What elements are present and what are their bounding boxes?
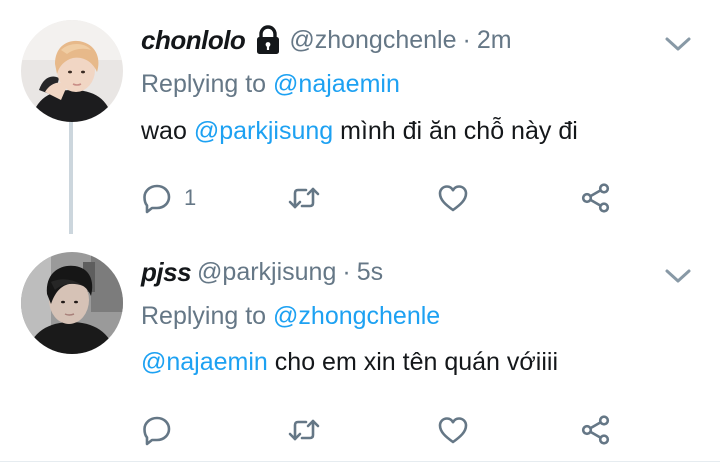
tweet[interactable]: chonlolo @zhongchenle · 2m Replying to @… bbox=[0, 0, 720, 238]
retweet-button[interactable] bbox=[287, 178, 321, 218]
tweet-text: @najaemin cho em xin tên quán vớiiii bbox=[141, 348, 558, 377]
separator: · bbox=[462, 25, 471, 54]
mention-link[interactable]: @parkjisung bbox=[194, 117, 333, 145]
reply-icon bbox=[143, 184, 171, 214]
divider bbox=[0, 461, 720, 462]
replying-label: Replying to bbox=[141, 70, 267, 98]
timestamp[interactable]: 2m bbox=[477, 26, 512, 55]
reply-button[interactable]: 1 bbox=[140, 178, 196, 218]
mention-link[interactable]: @najaemin bbox=[141, 348, 268, 376]
reply-count: 1 bbox=[184, 185, 197, 210]
handle[interactable]: @zhongchenle bbox=[289, 26, 456, 55]
tweet-actions: 1 bbox=[0, 178, 720, 218]
mention-link[interactable]: @zhongchenle bbox=[273, 302, 440, 330]
reply-icon bbox=[143, 416, 171, 446]
lock-icon bbox=[255, 25, 281, 55]
share-button[interactable] bbox=[579, 178, 613, 218]
avatar[interactable] bbox=[21, 252, 123, 354]
like-icon bbox=[438, 185, 468, 212]
tweet[interactable]: pjss @parkjisung · 5s Replying to @zhong… bbox=[0, 238, 720, 466]
retweet-button[interactable] bbox=[287, 410, 321, 450]
share-button[interactable] bbox=[579, 410, 613, 450]
like-icon bbox=[438, 417, 468, 444]
replying-to: Replying to @najaemin bbox=[141, 70, 400, 99]
reply-button[interactable] bbox=[140, 410, 174, 450]
replying-to: Replying to @zhongchenle bbox=[141, 302, 440, 331]
chevron-down-icon[interactable] bbox=[663, 266, 693, 286]
display-name[interactable]: chonlolo bbox=[141, 25, 246, 56]
retweet-icon bbox=[288, 419, 320, 441]
display-name[interactable]: pjss bbox=[141, 257, 192, 288]
like-button[interactable] bbox=[436, 410, 470, 450]
chevron-down-icon[interactable] bbox=[663, 34, 693, 54]
tweet-text-content: cho em xin tên quán vớiiii bbox=[274, 348, 558, 376]
tweet-actions bbox=[0, 410, 720, 450]
handle[interactable]: @parkjisung bbox=[197, 258, 336, 287]
share-icon bbox=[581, 415, 610, 445]
share-icon bbox=[581, 183, 610, 213]
tweet-header: pjss @parkjisung · 5s bbox=[141, 255, 383, 289]
replying-label: Replying to bbox=[141, 302, 267, 330]
retweet-icon bbox=[288, 187, 320, 209]
separator: · bbox=[342, 257, 351, 286]
tweet-text-prefix: wao bbox=[141, 117, 187, 145]
timestamp[interactable]: 5s bbox=[357, 258, 383, 287]
tweet-text: wao @parkjisung mình đi ăn chỗ này đi bbox=[141, 117, 578, 146]
avatar[interactable] bbox=[21, 20, 123, 122]
tweet-text-content: mình đi ăn chỗ này đi bbox=[340, 117, 578, 145]
mention-link[interactable]: @najaemin bbox=[273, 70, 400, 98]
like-button[interactable] bbox=[436, 178, 470, 218]
tweet-header: chonlolo @zhongchenle · 2m bbox=[141, 23, 512, 57]
